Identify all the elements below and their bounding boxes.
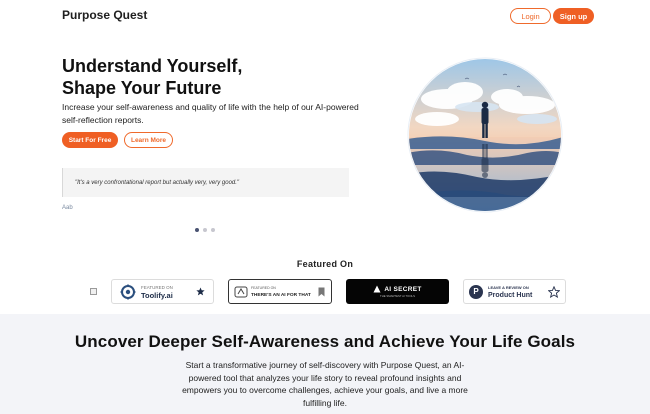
producthunt-top-text: LEAVE A REVIEW ON: [488, 285, 529, 290]
aiforthat-top-text: FEATURED ON: [251, 285, 276, 290]
producthunt-logo-icon: P: [469, 284, 483, 299]
testimonial-author: Aab: [62, 205, 73, 211]
signup-button[interactable]: Sign up: [553, 8, 594, 24]
toolify-badge[interactable]: FEATURED ON Toolify.ai: [111, 279, 214, 304]
aisecret-name: AI SECRET: [384, 285, 422, 293]
aisecret-tagline: THE SMARTEST AI TOOLS: [380, 294, 415, 298]
aiforthat-name: THERE'S AN AI FOR THAT: [251, 292, 311, 298]
login-button[interactable]: Login: [510, 8, 551, 24]
bookmark-icon: [318, 287, 325, 296]
aiforthat-badge[interactable]: FEATURED ON THERE'S AN AI FOR THAT: [228, 279, 332, 304]
star-icon: [196, 287, 205, 296]
producthunt-name: Product Hunt: [488, 291, 533, 299]
producthunt-badge[interactable]: P LEAVE A REVIEW ON Product Hunt: [463, 279, 566, 304]
brand-logo[interactable]: Purpose Quest: [62, 8, 147, 22]
toolify-name: Toolify.ai: [141, 290, 173, 300]
hero-title-line1: Understand Yourself,: [62, 56, 243, 76]
hero-title-line2: Shape Your Future: [62, 78, 222, 98]
carousel-dot-1[interactable]: [195, 228, 199, 232]
toolify-logo-icon: [120, 284, 136, 299]
learn-more-button[interactable]: Learn More: [124, 132, 173, 148]
start-for-free-button[interactable]: Start For Free: [62, 132, 118, 148]
hero-illustration: [407, 57, 563, 213]
star-outline-icon: [548, 285, 560, 298]
aisecret-logo-icon: [373, 285, 381, 293]
aisecret-badge[interactable]: AI SECRET THE SMARTEST AI TOOLS: [346, 279, 449, 304]
carousel-dots: [195, 228, 215, 232]
featured-title: Featured On: [296, 259, 354, 269]
hero-title: Understand Yourself, Shape Your Future: [62, 55, 322, 99]
carousel-dot-3[interactable]: [211, 228, 215, 232]
section-title: Uncover Deeper Self-Awareness and Achiev…: [74, 332, 576, 351]
broken-image-icon: [90, 288, 97, 295]
carousel-dot-2[interactable]: [203, 228, 207, 232]
testimonial-quote: "It's a very confrontational report but …: [62, 168, 349, 197]
hero-subtitle: Increase your self-awareness and quality…: [62, 102, 359, 125]
aiforthat-logo-icon: [234, 286, 248, 297]
section-body: Start a transformative journey of self-d…: [182, 360, 468, 408]
